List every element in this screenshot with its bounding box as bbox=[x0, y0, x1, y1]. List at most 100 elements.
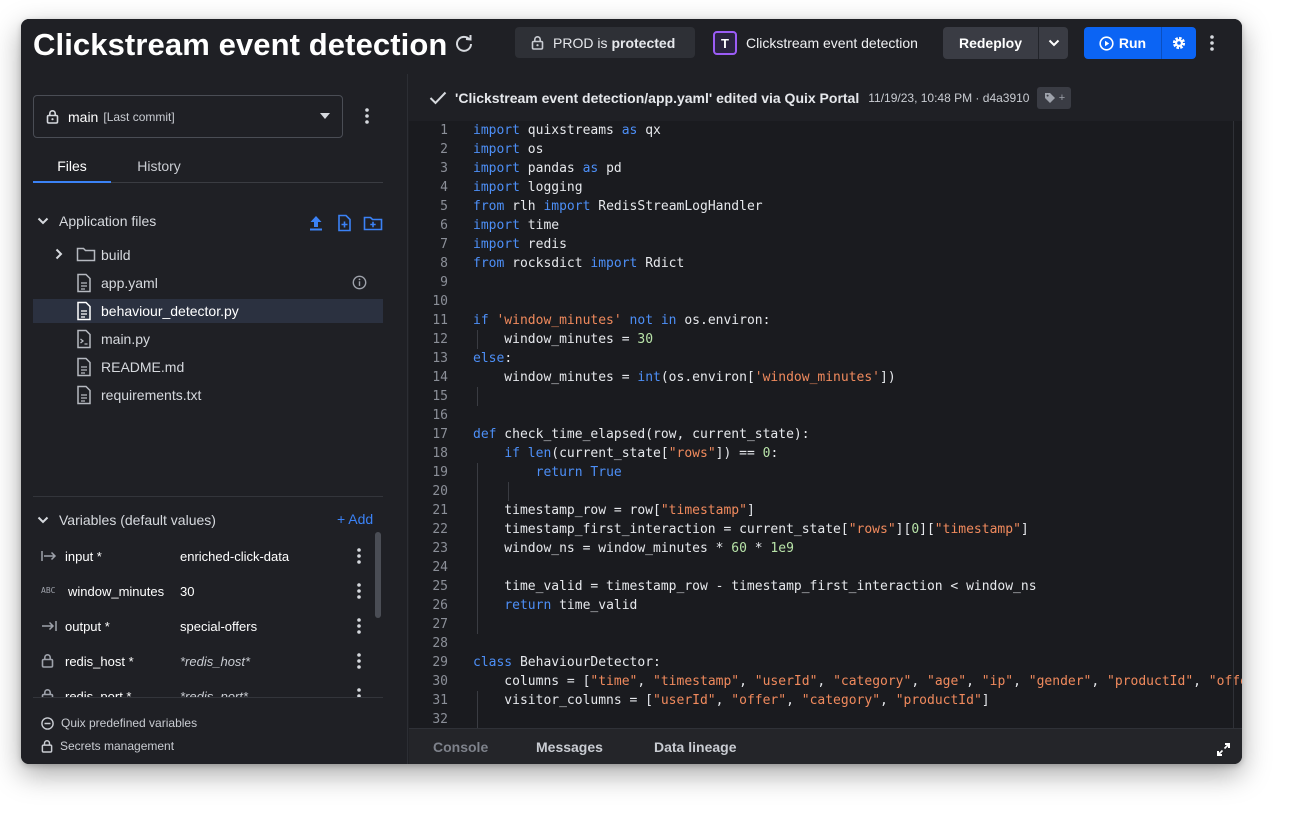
new-folder-icon[interactable] bbox=[363, 214, 383, 232]
branch-selector[interactable]: main [Last commit] bbox=[33, 95, 343, 138]
tab-files[interactable]: Files bbox=[33, 158, 111, 183]
environment-state: protected bbox=[611, 34, 676, 51]
code-line: 22 timestamp_first_interaction = current… bbox=[409, 520, 1242, 539]
code-line: 15 bbox=[409, 387, 1242, 406]
abc-icon: ABC bbox=[41, 586, 56, 595]
variable-value: *redis_host* bbox=[180, 654, 251, 669]
file-item-requirements[interactable]: requirements.txt bbox=[33, 383, 383, 407]
chevron-down-icon bbox=[37, 516, 49, 524]
redeploy-dropdown-button[interactable] bbox=[1038, 27, 1068, 59]
redeploy-split-button: Redeploy bbox=[943, 27, 1068, 59]
circle-minus-icon bbox=[41, 716, 54, 730]
code-line: 24 bbox=[409, 558, 1242, 577]
line-number: 7 bbox=[440, 237, 448, 252]
variables-list: input * enriched-click-data ABC window_m… bbox=[33, 539, 383, 697]
code-line: 32 bbox=[409, 710, 1242, 728]
code-text: else: bbox=[473, 351, 513, 366]
line-number: 29 bbox=[432, 655, 448, 670]
info-icon[interactable] bbox=[352, 275, 367, 290]
variable-more-icon[interactable] bbox=[350, 617, 368, 635]
line-number: 30 bbox=[432, 674, 448, 689]
code-text: from rlh import RedisStreamLogHandler bbox=[473, 199, 763, 214]
file-item-behaviour-detector[interactable]: behaviour_detector.py bbox=[33, 299, 383, 323]
gear-icon bbox=[1172, 36, 1186, 50]
sidebar-tabs: Files History bbox=[33, 158, 383, 183]
variable-more-icon[interactable] bbox=[350, 652, 368, 670]
file-name: requirements.txt bbox=[101, 387, 202, 403]
code-text: import pandas as pd bbox=[473, 161, 622, 176]
new-file-icon[interactable] bbox=[335, 214, 353, 232]
secrets-management-link[interactable]: Secrets management bbox=[41, 739, 174, 753]
code-line: 17 def check_time_elapsed(row, current_st… bbox=[409, 425, 1242, 444]
code-line: 11 if 'window_minutes' not in os.environ: bbox=[409, 311, 1242, 330]
code-editor[interactable]: 1 import quixstreams as qx 2 import os 3 impo… bbox=[409, 121, 1242, 728]
variable-more-icon[interactable] bbox=[350, 582, 368, 600]
code-line: 31 visitor_columns = ["userId", "offer",… bbox=[409, 691, 1242, 710]
output-arrow-icon bbox=[42, 621, 57, 631]
line-number: 31 bbox=[432, 693, 448, 708]
code-text: import logging bbox=[473, 180, 583, 195]
line-number: 19 bbox=[432, 465, 448, 480]
file-item-readme[interactable]: README.md bbox=[33, 355, 383, 379]
application-files-label: Application files bbox=[59, 213, 157, 229]
variable-row-redis-host[interactable]: redis_host * *redis_host* bbox=[33, 644, 383, 679]
add-variable-button[interactable]: + Add bbox=[337, 511, 373, 527]
file-item-build[interactable]: build bbox=[33, 243, 383, 267]
upload-icon[interactable] bbox=[307, 214, 325, 232]
code-text: if len(current_state["rows"]) == 0: bbox=[504, 446, 779, 461]
variable-value: *redis_port* bbox=[180, 689, 248, 697]
refresh-icon[interactable] bbox=[453, 32, 475, 54]
environment-badge[interactable]: PROD is protected bbox=[515, 27, 695, 58]
variable-more-icon[interactable] bbox=[350, 687, 368, 697]
more-options-icon[interactable] bbox=[1204, 31, 1220, 55]
run-settings-button[interactable] bbox=[1161, 27, 1196, 59]
chevron-down-icon bbox=[37, 217, 49, 225]
add-tag-plus: + bbox=[1058, 91, 1066, 104]
chevron-down-icon bbox=[1048, 39, 1059, 47]
code-text: import os bbox=[473, 142, 544, 157]
variable-name: window_minutes bbox=[68, 584, 165, 599]
file-icon bbox=[77, 273, 91, 293]
run-button[interactable]: Run bbox=[1084, 27, 1161, 59]
line-number: 22 bbox=[432, 522, 448, 537]
code-line: 27 bbox=[409, 615, 1242, 634]
variable-name: input * bbox=[65, 549, 102, 564]
variable-row-output[interactable]: output * special-offers bbox=[33, 609, 383, 644]
code-text: import quixstreams as qx bbox=[473, 123, 661, 138]
input-arrow-icon bbox=[41, 551, 57, 561]
code-line: 29 class BehaviourDetector: bbox=[409, 653, 1242, 672]
variable-value: 30 bbox=[180, 584, 195, 599]
variable-more-icon[interactable] bbox=[350, 547, 368, 565]
commit-bar: 'Clickstream event detection/app.yaml' e… bbox=[409, 74, 1242, 121]
file-item-main-py[interactable]: main.py bbox=[33, 327, 383, 351]
line-number: 11 bbox=[432, 313, 448, 328]
file-name: main.py bbox=[101, 331, 151, 347]
tab-data-lineage[interactable]: Data lineage bbox=[654, 739, 736, 755]
tab-console[interactable]: Console bbox=[433, 739, 488, 755]
tab-history[interactable]: History bbox=[121, 158, 197, 183]
file-item-app-yaml[interactable]: app.yaml bbox=[33, 271, 383, 295]
redeploy-button[interactable]: Redeploy bbox=[943, 27, 1038, 59]
indent-guide bbox=[477, 330, 478, 349]
code-line: 26 return time_valid bbox=[409, 596, 1242, 615]
line-number: 23 bbox=[432, 541, 448, 556]
line-number: 32 bbox=[432, 712, 448, 727]
predefined-variables-link[interactable]: Quix predefined variables bbox=[41, 716, 197, 730]
code-line: 13 else: bbox=[409, 349, 1242, 368]
expand-icon[interactable] bbox=[1217, 743, 1230, 756]
line-number: 3 bbox=[440, 161, 448, 176]
code-line: 2 import os bbox=[409, 140, 1242, 159]
variable-row-redis-port[interactable]: redis_port * *redis_port* bbox=[33, 679, 383, 697]
project-badge[interactable]: T Clickstream event detection bbox=[713, 31, 918, 55]
variables-header[interactable]: Variables (default values) bbox=[37, 510, 377, 530]
editor-scroll-edge bbox=[1233, 121, 1234, 728]
add-tag-button[interactable]: + bbox=[1037, 86, 1072, 109]
variables-scrollbar[interactable] bbox=[375, 532, 381, 618]
tab-messages[interactable]: Messages bbox=[536, 739, 603, 755]
lock-icon bbox=[41, 689, 54, 697]
line-number: 18 bbox=[432, 446, 448, 461]
branch-more-icon[interactable] bbox=[358, 104, 376, 128]
code-text: time_valid = timestamp_row - timestamp_f… bbox=[473, 579, 1037, 594]
variable-row-window-minutes[interactable]: ABC window_minutes 30 bbox=[33, 574, 383, 609]
variable-row-input[interactable]: input * enriched-click-data bbox=[33, 539, 383, 574]
